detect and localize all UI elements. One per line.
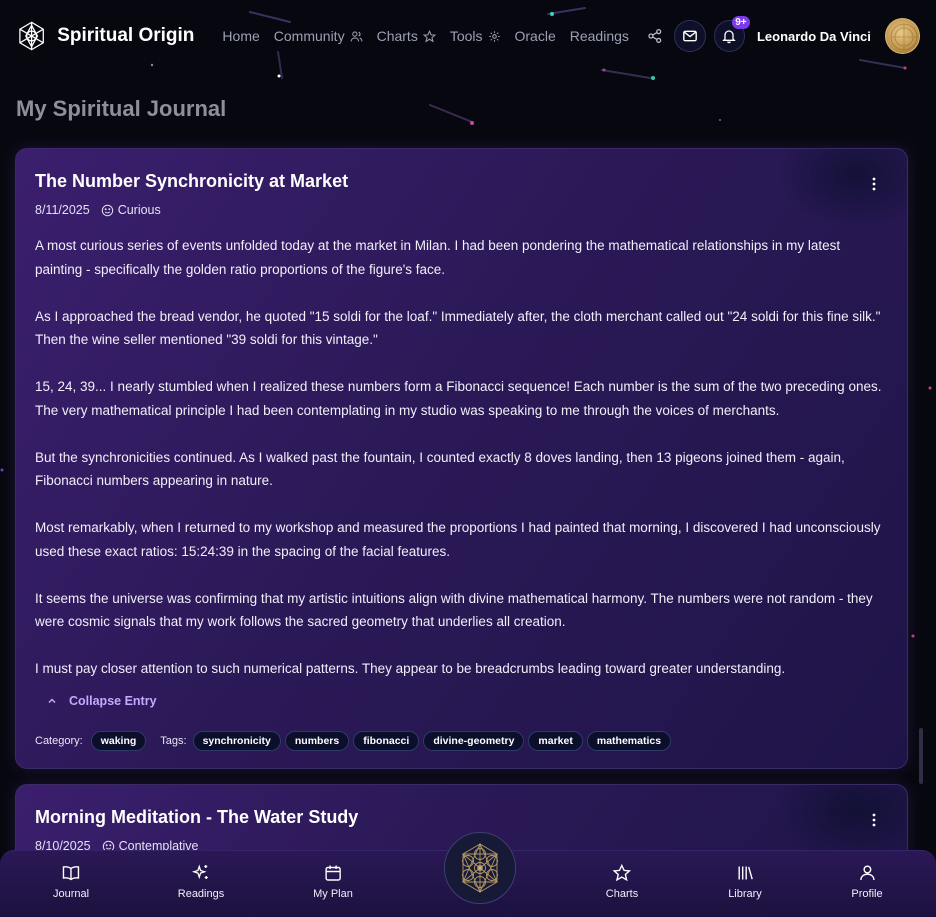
tags-label: Tags: — [160, 735, 187, 747]
user-name[interactable]: Leonardo Da Vinci — [757, 29, 871, 44]
entry-title[interactable]: Morning Meditation - The Water Study — [35, 807, 358, 828]
calendar-icon — [325, 865, 341, 881]
bottom-nav-charts[interactable]: Charts — [606, 863, 638, 900]
tag-chip[interactable]: fibonacci — [353, 731, 420, 751]
tag-chip[interactable]: divine-geometry — [423, 731, 525, 751]
page-title: My Spiritual Journal — [16, 96, 227, 121]
category-label: Category: — [35, 735, 83, 747]
bottom-nav-library[interactable]: Library — [728, 863, 762, 900]
star-icon — [422, 29, 436, 43]
entry-paragraph: Most remarkably, when I returned to my w… — [35, 520, 881, 559]
smile-icon — [101, 204, 113, 216]
chevron-up-icon — [48, 698, 56, 704]
user-avatar[interactable] — [884, 18, 920, 54]
nav-readings-label: Readings — [569, 28, 629, 44]
notification-badge: 9+ — [731, 16, 750, 29]
entry-body: A most curious series of events unfolded… — [35, 234, 891, 704]
entry-date: 8/11/2025 — [35, 203, 90, 217]
library-icon — [738, 866, 753, 880]
entry-title[interactable]: The Number Synchronicity at Market — [35, 171, 348, 192]
nav-home[interactable]: Home — [222, 28, 259, 44]
share-icon[interactable] — [647, 28, 663, 44]
entry-paragraph: A most curious series of events unfolded… — [35, 238, 841, 277]
messages-button[interactable] — [674, 20, 706, 52]
nav-home-label: Home — [222, 28, 260, 44]
journal-entry-card: The Number Synchronicity at Market 8/11/… — [15, 148, 908, 769]
bottom-nav-readings-label: Readings — [177, 888, 225, 900]
bottom-nav-readings[interactable]: Readings — [178, 863, 224, 900]
sparkles-icon — [192, 864, 208, 880]
category-chip[interactable]: waking — [90, 731, 147, 751]
bottom-nav-library-label: Library — [728, 888, 762, 900]
collapse-entry-button[interactable]: Collapse Entry — [47, 694, 157, 708]
book-open-icon — [62, 866, 80, 881]
bottom-nav-my-plan-label: My Plan — [313, 888, 353, 900]
top-navbar: Spiritual Origin Home Community Charts T… — [0, 0, 936, 72]
nav-community[interactable]: Community — [274, 28, 363, 44]
metatron-cube-icon — [462, 842, 498, 894]
nav-oracle-label: Oracle — [514, 28, 556, 44]
nav-community-label: Community — [273, 28, 345, 44]
entry-paragraph: It seems the universe was confirming tha… — [35, 590, 873, 630]
nav-readings[interactable]: Readings — [570, 28, 629, 44]
entry-paragraph: 15, 24, 39... I nearly stumbled when I r… — [35, 379, 882, 418]
nav-tools-label: Tools — [449, 28, 483, 44]
entry-paragraph: I must pay closer attention to such nume… — [35, 661, 786, 676]
users-icon — [350, 30, 362, 41]
bottom-nav-charts-label: Charts — [605, 888, 639, 900]
bottom-nav-journal-label: Journal — [52, 888, 90, 900]
nav-charts-label: Charts — [376, 28, 418, 44]
main-nav: Home Community Charts Tools Oracle Readi… — [222, 28, 628, 44]
bell-icon — [722, 30, 737, 44]
entry-paragraph: As I approached the bread vendor, he quo… — [35, 308, 881, 348]
sacred-geometry-logo-icon[interactable] — [16, 20, 47, 52]
tag-chip[interactable]: market — [528, 731, 583, 751]
collapse-entry-label: Collapse Entry — [69, 694, 157, 708]
more-options-icon[interactable] — [871, 813, 877, 827]
notifications-button[interactable]: 9+ — [713, 16, 750, 52]
bottom-nav-journal[interactable]: Journal — [53, 863, 89, 900]
scrollbar-thumb[interactable] — [919, 728, 923, 784]
entry-paragraph: But the synchronicities continued. As I … — [35, 449, 845, 489]
entry-mood: Curious — [101, 203, 161, 217]
gear-icon — [488, 30, 500, 42]
tag-chip[interactable]: numbers — [284, 731, 350, 751]
entry-mood-label: Curious — [117, 203, 161, 217]
more-options-icon[interactable] — [871, 177, 877, 191]
bottom-nav-my-plan[interactable]: My Plan — [313, 863, 353, 900]
bottom-nav-profile[interactable]: Profile — [851, 863, 883, 900]
brand-name[interactable]: Spiritual Origin — [57, 25, 194, 47]
nav-tools[interactable]: Tools — [450, 28, 501, 44]
user-icon — [859, 865, 875, 881]
entry-tags-row: Category: waking Tags: synchronicity num… — [35, 731, 675, 751]
mail-icon — [683, 30, 697, 42]
tag-chip[interactable]: synchronicity — [192, 731, 281, 751]
bottom-nav-center-button[interactable] — [444, 832, 516, 904]
star-icon — [612, 863, 632, 882]
tag-chip[interactable]: mathematics — [586, 731, 672, 751]
nav-charts[interactable]: Charts — [377, 28, 436, 44]
nav-oracle[interactable]: Oracle — [515, 28, 556, 44]
entry-meta: 8/11/2025 Curious — [35, 203, 161, 217]
avatar-portrait-icon — [890, 23, 918, 51]
bottom-nav-profile-label: Profile — [851, 888, 883, 900]
